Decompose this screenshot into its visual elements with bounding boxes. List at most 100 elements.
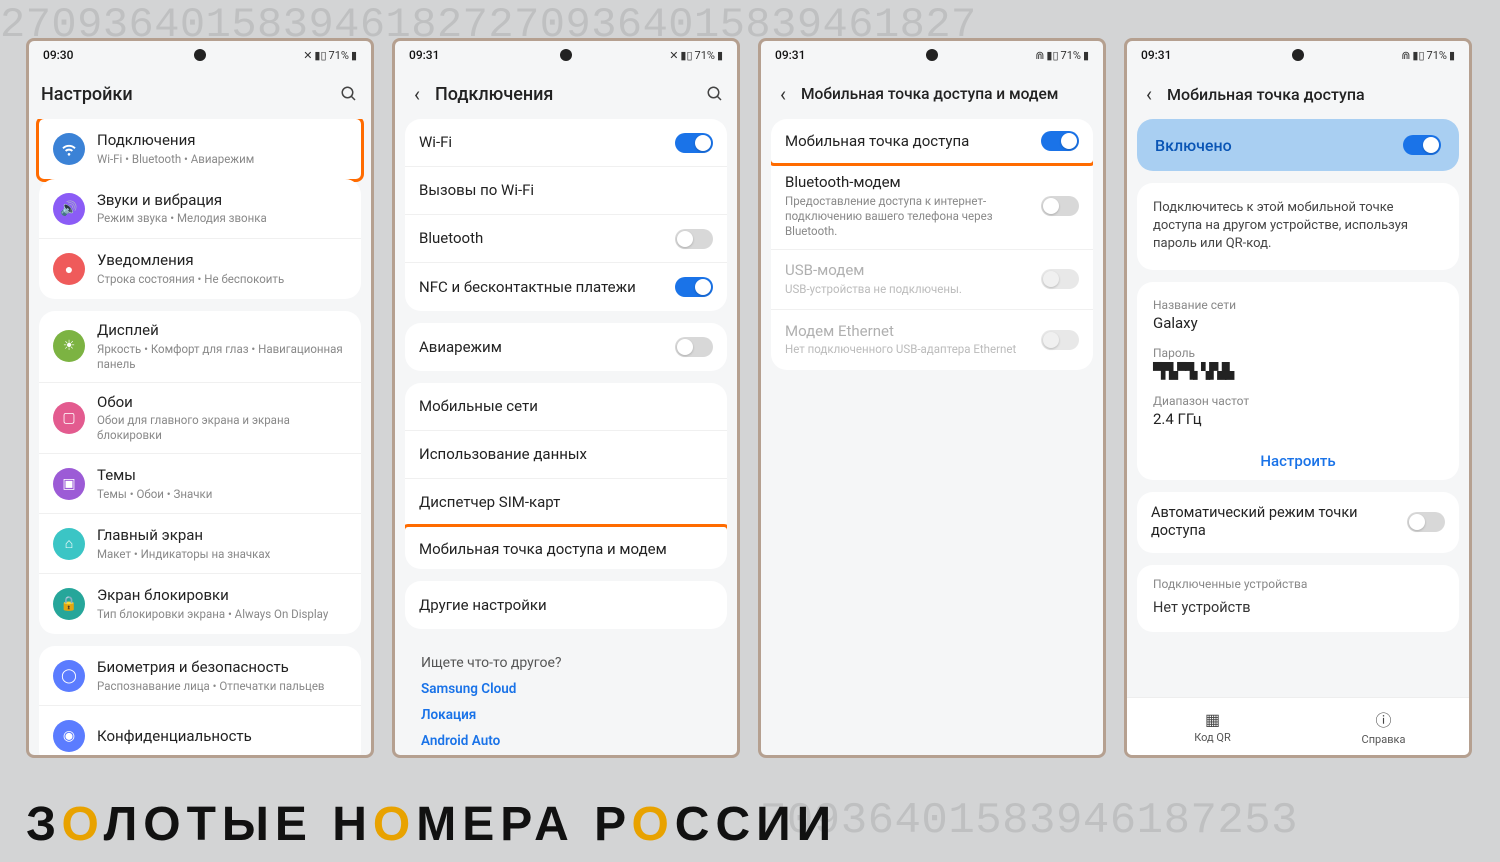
status-time: 09:30: [43, 48, 73, 62]
row-title: Мобильная точка доступа: [785, 132, 1041, 151]
status-time: 09:31: [409, 48, 439, 62]
row-ethernet-tethering: Модем EthernetНет подключенного USB-адап…: [771, 310, 1093, 370]
status-icons: ✕ ▮▯ 71% ▮: [669, 49, 723, 62]
tethering-list: Мобильная точка доступа Bluetooth-модемП…: [761, 119, 1103, 755]
link-samsung-cloud[interactable]: Samsung Cloud: [421, 681, 711, 697]
mute-icon: ✕: [303, 49, 312, 62]
row-more-settings[interactable]: Другие настройки: [405, 581, 727, 629]
row-display[interactable]: ☀ ДисплейЯркость • Комфорт для глаз • На…: [39, 311, 361, 383]
row-nfc[interactable]: NFC и бесконтактные платежи: [405, 263, 727, 311]
signal-icon: ▮▯: [314, 49, 326, 62]
row-airplane[interactable]: Авиарежим: [405, 323, 727, 371]
row-mobile-hotspot[interactable]: Мобильная точка доступа: [771, 119, 1093, 166]
row-title: Wi-Fi: [419, 133, 675, 152]
row-mobile-networks[interactable]: Мобильные сети: [405, 383, 727, 431]
battery-icon: ▮: [1083, 49, 1089, 62]
connected-devices-label: Подключенные устройства: [1137, 571, 1459, 599]
row-sub: Распознавание лица • Отпечатки пальцев: [97, 679, 347, 694]
back-button[interactable]: ‹: [1139, 84, 1159, 104]
back-button[interactable]: ‹: [407, 84, 427, 104]
row-sub: Режим звука • Мелодия звонка: [97, 211, 347, 226]
bluetooth-toggle[interactable]: [675, 229, 713, 249]
battery-text: 71%: [1427, 49, 1447, 62]
page-title: Мобильная точка доступа: [1167, 85, 1457, 104]
wifi-toggle[interactable]: [675, 133, 713, 153]
hotspot-info-card[interactable]: Название сети Galaxy Пароль ▀▛▙▀▜▖▚▛▟▙ Д…: [1137, 282, 1459, 480]
configure-button[interactable]: Настроить: [1153, 442, 1443, 474]
row-privacy[interactable]: ◉ Конфиденциальность: [39, 706, 361, 755]
help-button[interactable]: ⓘ Справка: [1298, 698, 1469, 755]
row-themes[interactable]: ▣ Темы Темы • Обои • Значки: [39, 454, 361, 514]
header: ‹ Подключения: [395, 69, 737, 119]
row-sounds[interactable]: 🔊 Звуки и вибрацияРежим звука • Мелодия …: [39, 179, 361, 239]
row-title: Темы: [97, 466, 347, 485]
airplane-toggle[interactable]: [675, 337, 713, 357]
row-sub: Wi-Fi • Bluetooth • Авиарежим: [97, 152, 347, 167]
desc-text: Подключитесь к этой мобильной точке дост…: [1153, 199, 1443, 254]
sound-icon: 🔊: [53, 193, 85, 225]
row-title: USB-модем: [785, 261, 1041, 280]
status-time: 09:31: [775, 48, 805, 62]
hotspot-toggle[interactable]: [1041, 131, 1079, 151]
battery-icon: ▮: [1449, 49, 1455, 62]
looking-for-label: Ищете что-то другое?: [421, 655, 711, 671]
row-homescreen[interactable]: ⌂ Главный экранМакет • Индикаторы на зна…: [39, 514, 361, 574]
status-bar: 09:30 ✕ ▮▯ 71% ▮: [29, 41, 371, 69]
wallpaper-icon: ▢: [53, 402, 85, 434]
band-value: 2.4 ГГц: [1153, 410, 1443, 428]
row-title: Звуки и вибрация: [97, 191, 347, 210]
row-bluetooth[interactable]: Bluetooth: [405, 215, 727, 263]
wifi-icon: [53, 133, 85, 165]
nfc-toggle[interactable]: [675, 277, 713, 297]
search-icon[interactable]: [705, 84, 725, 104]
link-android-auto[interactable]: Android Auto: [421, 733, 711, 749]
row-sim-manager[interactable]: Диспетчер SIM-карт: [405, 479, 727, 527]
auto-mode-toggle[interactable]: [1407, 512, 1445, 532]
display-icon: ☀: [53, 330, 85, 362]
row-hotspot-tethering[interactable]: Мобильная точка доступа и модем: [405, 524, 727, 569]
row-title: Диспетчер SIM-карт: [419, 493, 713, 512]
mute-icon: ✕: [669, 49, 678, 62]
row-wifi-calling[interactable]: Вызовы по Wi-Fi: [405, 167, 727, 215]
bt-tether-toggle[interactable]: [1041, 196, 1079, 216]
link-location[interactable]: Локация: [421, 707, 711, 723]
row-title: Модем Ethernet: [785, 322, 1041, 341]
row-title: Вызовы по Wi-Fi: [419, 181, 713, 200]
row-auto-mode[interactable]: Автоматический режим точки доступа: [1137, 492, 1459, 554]
search-icon[interactable]: [339, 84, 359, 104]
hotspot-master-toggle[interactable]: [1403, 135, 1441, 155]
help-label: Справка: [1362, 733, 1406, 746]
header: ‹ Мобильная точка доступа: [1127, 69, 1469, 119]
row-title: Уведомления: [97, 251, 347, 270]
row-wallpaper[interactable]: ▢ ОбоиОбои для главного экрана и экрана …: [39, 383, 361, 455]
password-label: Пароль: [1153, 346, 1443, 360]
row-title: Конфиденциальность: [97, 727, 347, 746]
looking-for-section: Ищете что-то другое? Samsung Cloud Локац…: [405, 641, 727, 749]
battery-text: 71%: [329, 49, 349, 62]
battery-text: 71%: [695, 49, 715, 62]
bottom-bar: ▦ Код QR ⓘ Справка: [1127, 697, 1469, 755]
header: Настройки: [29, 69, 371, 119]
phone-screen-2: 09:31 ✕ ▮▯ 71% ▮ ‹ Подключения Wi-Fi Выз…: [392, 38, 740, 758]
phone-screen-3: 09:31 ⋒ ▮▯ 71% ▮ ‹ Мобильная точка досту…: [758, 38, 1106, 758]
network-name-label: Название сети: [1153, 298, 1443, 312]
qr-code-button[interactable]: ▦ Код QR: [1127, 698, 1298, 755]
row-connections[interactable]: Подключения Wi-Fi • Bluetooth • Авиарежи…: [39, 119, 361, 179]
row-biometrics[interactable]: ◯ Биометрия и безопасностьРаспознавание …: [39, 646, 361, 706]
row-wifi[interactable]: Wi-Fi: [405, 119, 727, 167]
row-bt-tethering[interactable]: Bluetooth-модемПредоставление доступа к …: [771, 163, 1093, 250]
row-sub: Строка состояния • Не беспокоить: [97, 272, 347, 287]
enabled-banner[interactable]: Включено: [1137, 119, 1459, 171]
row-title: Bluetooth-модем: [785, 173, 1041, 192]
qr-label: Код QR: [1194, 731, 1231, 744]
row-sub: Темы • Обои • Значки: [97, 487, 347, 502]
themes-icon: ▣: [53, 468, 85, 500]
back-button[interactable]: ‹: [773, 84, 793, 104]
bell-icon: ●: [53, 253, 85, 285]
row-lockscreen[interactable]: 🔒 Экран блокировкиТип блокировки экрана …: [39, 574, 361, 634]
row-notifications[interactable]: ● Уведомления Строка состояния • Не беспо…: [39, 239, 361, 299]
row-sub: USB-устройства не подключены.: [785, 282, 1041, 297]
row-data-usage[interactable]: Использование данных: [405, 431, 727, 479]
battery-text: 71%: [1061, 49, 1081, 62]
phone-screen-4: 09:31 ⋒ ▮▯ 71% ▮ ‹ Мобильная точка досту…: [1124, 38, 1472, 758]
